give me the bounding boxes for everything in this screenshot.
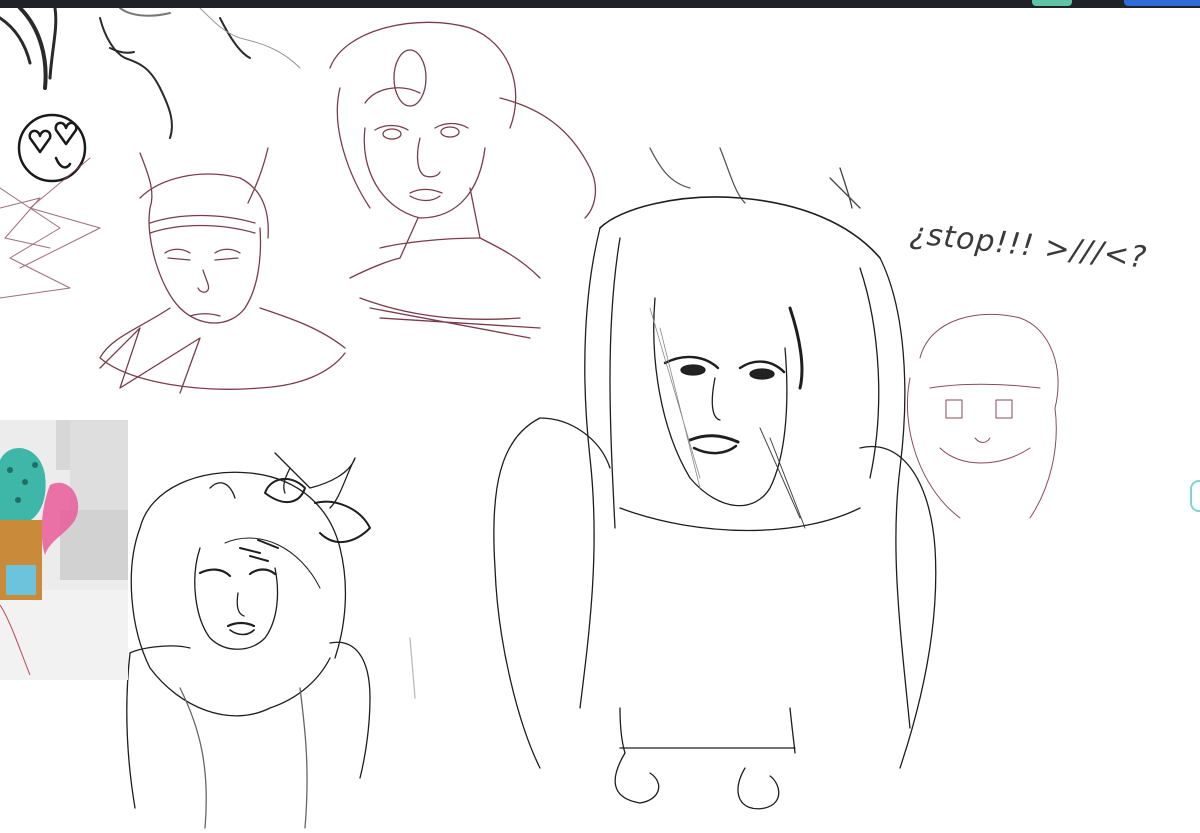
window-top-bar <box>0 0 1200 8</box>
long-haired-figure <box>493 147 937 810</box>
side-panel-handle[interactable] <box>1190 480 1200 512</box>
toolbar-button-teal[interactable] <box>1032 0 1072 6</box>
toolbar-button-blue[interactable] <box>1124 0 1200 6</box>
drawing-canvas[interactable]: ¿stop!!! >///<? <box>0 8 1200 833</box>
reference-image <box>0 420 128 680</box>
freckled-character-head <box>329 21 597 339</box>
horned-character-head <box>99 147 346 394</box>
reference-image-thumbnail[interactable] <box>0 420 128 680</box>
heart-emoji-doodle <box>17 113 87 183</box>
small-fuzzy-head <box>906 313 1059 519</box>
sketch-layer <box>0 8 1059 829</box>
bow-girl-portrait <box>126 452 416 829</box>
face-closeup-top <box>0 8 301 139</box>
